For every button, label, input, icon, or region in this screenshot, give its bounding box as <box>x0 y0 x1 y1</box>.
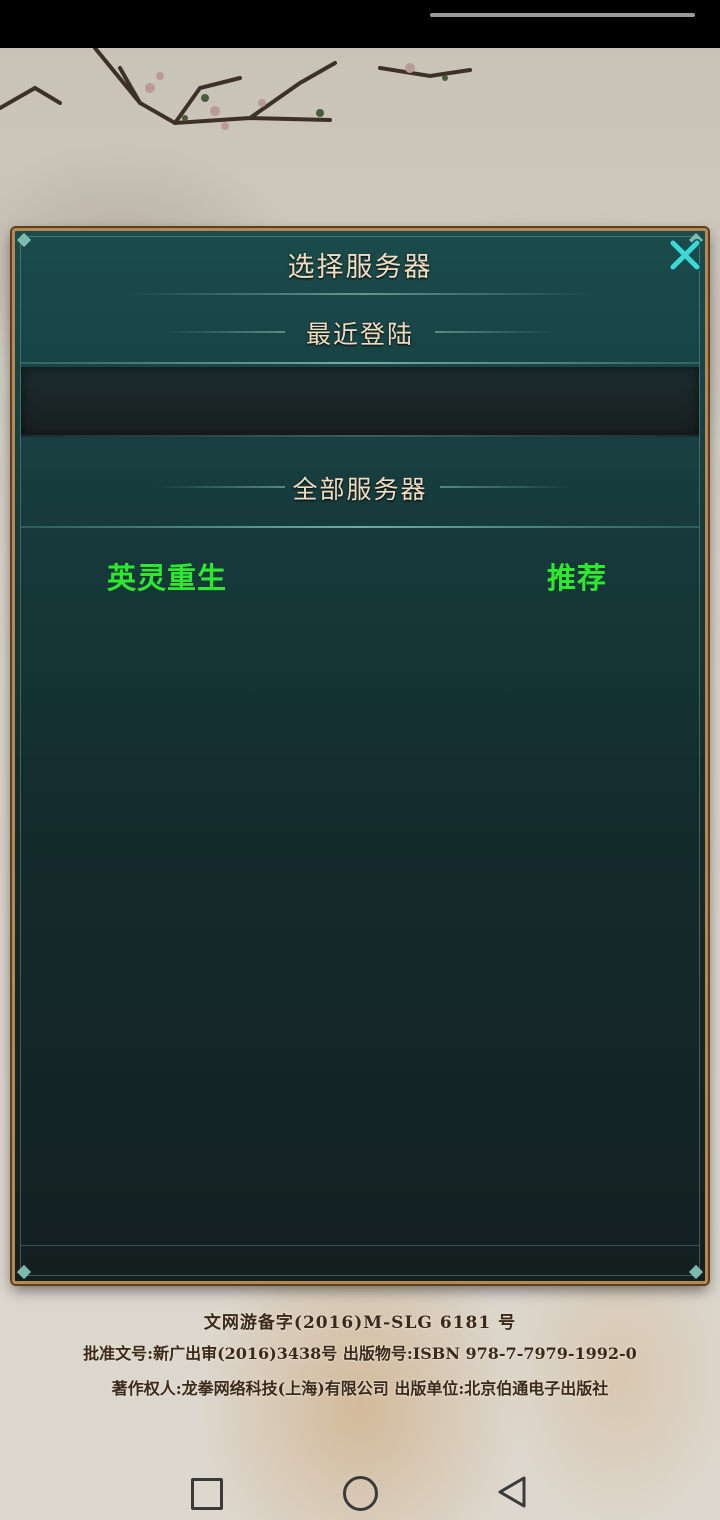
server-name: 英灵重生 <box>107 561 228 595</box>
server-recommended-tag: 推荐 <box>546 561 607 595</box>
status-bar-handle <box>430 13 695 17</box>
all-servers-header: 全部服务器 <box>292 475 428 504</box>
section-divider <box>21 526 699 528</box>
section-divider <box>21 362 699 364</box>
list-bottom-divider <box>21 1245 699 1246</box>
status-bar <box>0 0 720 48</box>
license-number-text: 文网游备字(2016)M-SLG 6181 号 <box>203 1313 517 1333</box>
circle-home-icon[interactable] <box>343 1476 378 1511</box>
system-nav-bar <box>0 1460 720 1520</box>
square-recents-icon[interactable] <box>191 1478 223 1510</box>
dialog-title: 选择服务器 <box>287 252 433 283</box>
title-divider <box>125 293 595 295</box>
triangle-back-icon[interactable] <box>494 1474 530 1510</box>
server-list-item[interactable]: 英灵重生 推荐 <box>21 537 699 607</box>
recent-server-slot <box>21 367 699 437</box>
copyright-text: 著作权人:龙拳网络科技(上海)有限公司 出版单位:北京伯通电子出版社 <box>111 1379 609 1398</box>
server-select-dialog: 选择服务器 最近登陆 全部服务器 英灵重生 推荐 <box>12 228 708 1284</box>
section-divider <box>21 435 699 437</box>
approval-number-text: 批准文号:新广出审(2016)3438号 出版物号:ISBN 978-7-797… <box>83 1344 637 1363</box>
plum-branch-art <box>0 48 472 130</box>
close-x-icon[interactable] <box>665 235 705 275</box>
recent-login-header: 最近登陆 <box>305 320 414 349</box>
